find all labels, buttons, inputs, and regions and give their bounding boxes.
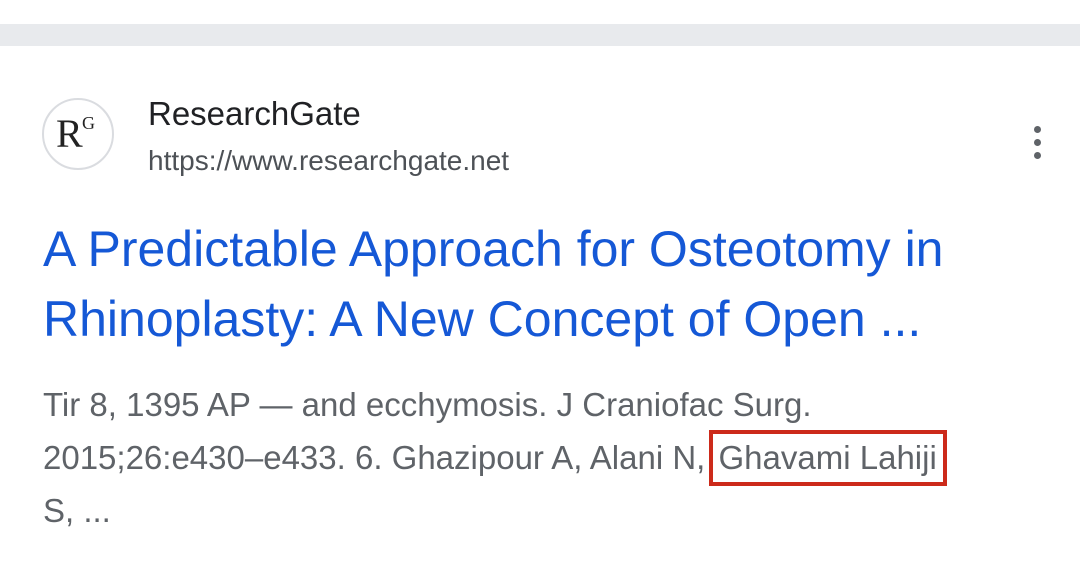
- result-title-line-2: Rhinoplasty: A New Concept of Open ...: [43, 291, 922, 347]
- more-vertical-icon-dot-2: [1033, 138, 1041, 146]
- result-title-link[interactable]: A Predictable Approach for Osteotomy in …: [43, 214, 1053, 354]
- search-result-page: R G ResearchGate https://www.researchgat…: [0, 0, 1080, 562]
- highlighted-author-name: Ghavami Lahiji: [708, 430, 947, 486]
- favicon-letter-r: R: [56, 111, 83, 156]
- result-title-line-1: A Predictable Approach for Osteotomy in: [43, 221, 944, 277]
- snippet-line-1: Tir 8, 1395 AP — and ecchymosis. J Crani…: [43, 386, 812, 423]
- site-name[interactable]: ResearchGate: [148, 94, 361, 134]
- section-divider: [0, 24, 1080, 46]
- more-vertical-icon: [1033, 125, 1041, 133]
- result-snippet: Tir 8, 1395 AP — and ecchymosis. J Crani…: [43, 378, 1043, 537]
- favicon-letter-g: G: [82, 113, 95, 133]
- more-options-button[interactable]: [1018, 118, 1056, 166]
- site-url[interactable]: https://www.researchgate.net: [148, 143, 509, 179]
- more-vertical-icon-dot-3: [1033, 151, 1041, 159]
- snippet-line-3: S, ...: [43, 492, 111, 529]
- snippet-line-2-text: 2015;26:e430–e433. 6. Ghazipour A, Alani…: [43, 439, 715, 476]
- researchgate-logo-icon[interactable]: R G: [42, 98, 114, 170]
- snippet-line-2: 2015;26:e430–e433. 6. Ghazipour A, Alani…: [43, 430, 1043, 486]
